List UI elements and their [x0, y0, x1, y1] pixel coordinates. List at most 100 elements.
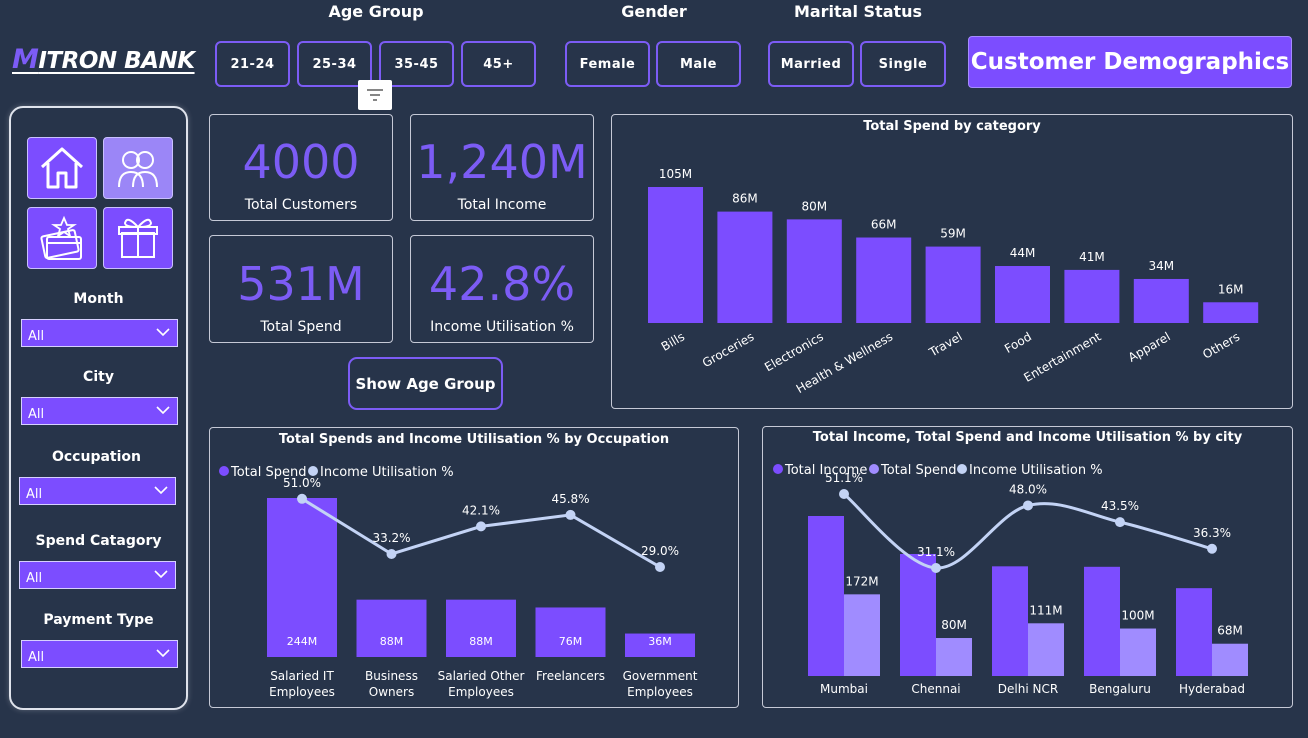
category-label: Bills [659, 329, 687, 353]
gift-icon [118, 218, 158, 258]
month-filter-label: Month [73, 291, 124, 307]
data-label: 41M [1079, 250, 1105, 264]
legend-marker [219, 466, 229, 476]
category-label: Entertainment [1021, 329, 1103, 385]
line-point [565, 509, 576, 520]
data-label: 68M [1217, 624, 1243, 638]
nav-cards-button[interactable] [27, 207, 97, 269]
occupation-plot: Total Spend Income Utilisation %244MSalar… [219, 465, 698, 699]
payment-type-dropdown-value: All [28, 649, 45, 665]
spend-category-dropdown[interactable]: All [19, 561, 176, 589]
line-label: 36.3% [1193, 526, 1231, 540]
spend-by-category-chart: Total Spend by category 105M Bills 86M Groc… [611, 114, 1293, 409]
data-label: 244M [287, 635, 318, 648]
legend-label: Total Spend [880, 463, 957, 478]
income-bar [1176, 588, 1212, 676]
income-bar [808, 516, 844, 676]
customer-demographics-button[interactable]: Customer Demographics [968, 36, 1292, 88]
nav-rewards-button[interactable] [103, 207, 173, 269]
spend-by-category-plot: 105MBills86MGroceries80MElectronics66MHe… [648, 167, 1259, 396]
line-label: 33.2% [372, 531, 410, 545]
category-label: Employees [627, 685, 693, 699]
bar [1203, 302, 1259, 323]
line-label: 45.8% [551, 492, 589, 506]
line-point [476, 521, 486, 532]
data-label: 59M [940, 227, 966, 241]
data-label: 34M [1148, 259, 1174, 273]
line-point [1207, 543, 1217, 554]
show-age-group-button[interactable]: Show Age Group [348, 357, 503, 410]
nav-home-button[interactable] [27, 137, 97, 199]
chevron-down-icon [154, 486, 168, 495]
data-label: 88M [380, 635, 404, 648]
line-label: 51.0% [283, 476, 321, 490]
kpi-label: Income Utilisation % [430, 319, 574, 335]
category-label: Employees [448, 685, 514, 699]
home-icon [40, 147, 84, 189]
bar [995, 266, 1050, 323]
category-label: Bengaluru [1089, 682, 1151, 696]
chevron-down-icon [156, 406, 170, 415]
bar [267, 498, 337, 657]
marital-single-chip[interactable]: Single [860, 41, 946, 87]
category-label: Apparel [1126, 329, 1173, 364]
kpi-label: Total Spend [260, 319, 342, 335]
month-dropdown[interactable]: All [21, 319, 178, 347]
spend-bar [1212, 643, 1248, 676]
brand-logo: MITRON BANK [12, 44, 195, 75]
logo-first-letter: M [12, 44, 39, 75]
chevron-down-icon [156, 649, 170, 658]
data-label: 172M [845, 574, 878, 588]
category-label: Groceries [700, 329, 757, 370]
income-bar [992, 566, 1028, 676]
age-45-plus-chip[interactable]: 45+ [461, 41, 536, 87]
bar [786, 219, 842, 323]
data-label: 80M [941, 618, 967, 632]
category-label: Hyderabad [1179, 682, 1245, 696]
category-label: Freelancers [536, 669, 605, 683]
city-dropdown[interactable]: All [21, 397, 178, 425]
gender-female-chip[interactable]: Female [565, 41, 650, 87]
gender-male-chip[interactable]: Male [656, 41, 741, 87]
line-point [655, 562, 665, 572]
data-label: 16M [1218, 282, 1244, 296]
kpi-value: 531M [237, 257, 365, 311]
spend-bar [1028, 623, 1064, 676]
legend-label: Income Utilisation % [969, 463, 1103, 478]
line-label: 29.0% [641, 544, 679, 558]
line-label: 42.1% [462, 503, 500, 517]
marital-status-title: Marital Status [793, 2, 923, 21]
filter-icon[interactable] [358, 80, 392, 110]
month-dropdown-value: All [28, 328, 45, 344]
spend-bar [1120, 628, 1156, 676]
age-21-24-chip[interactable]: 21-24 [215, 41, 290, 87]
nav-users-button[interactable] [103, 137, 173, 199]
data-label: 88M [469, 635, 493, 648]
legend-marker [308, 466, 318, 476]
kpi-total-customers: 4000 Total Customers [209, 114, 393, 221]
category-label: Salaried IT [270, 669, 334, 683]
occupation-dropdown-value: All [26, 486, 43, 502]
logo-text: ITRON BANK [38, 48, 195, 74]
category-label: Owners [369, 685, 414, 699]
occupation-dropdown[interactable]: All [19, 477, 176, 505]
kpi-total-spend: 531M Total Spend [209, 235, 393, 343]
line-point [931, 563, 941, 573]
payment-type-dropdown[interactable]: All [21, 640, 178, 668]
category-label: Delhi NCR [998, 682, 1058, 696]
line-point [839, 489, 849, 499]
line-point [386, 548, 397, 559]
payment-type-filter-label: Payment Type [43, 612, 154, 628]
data-label: 86M [732, 192, 758, 206]
category-label: Mumbai [820, 682, 868, 696]
marital-married-chip[interactable]: Married [768, 41, 854, 87]
legend-label: Income Utilisation % [320, 465, 454, 480]
bar [535, 607, 606, 657]
spend-category-filter-label: Spend Catagory [35, 533, 162, 549]
spend-bar [936, 638, 972, 676]
legend-marker [869, 464, 879, 474]
line-label: 48.0% [1009, 482, 1047, 496]
bar [1064, 269, 1120, 323]
category-label: Government [623, 669, 698, 683]
income-bar [1084, 566, 1120, 676]
